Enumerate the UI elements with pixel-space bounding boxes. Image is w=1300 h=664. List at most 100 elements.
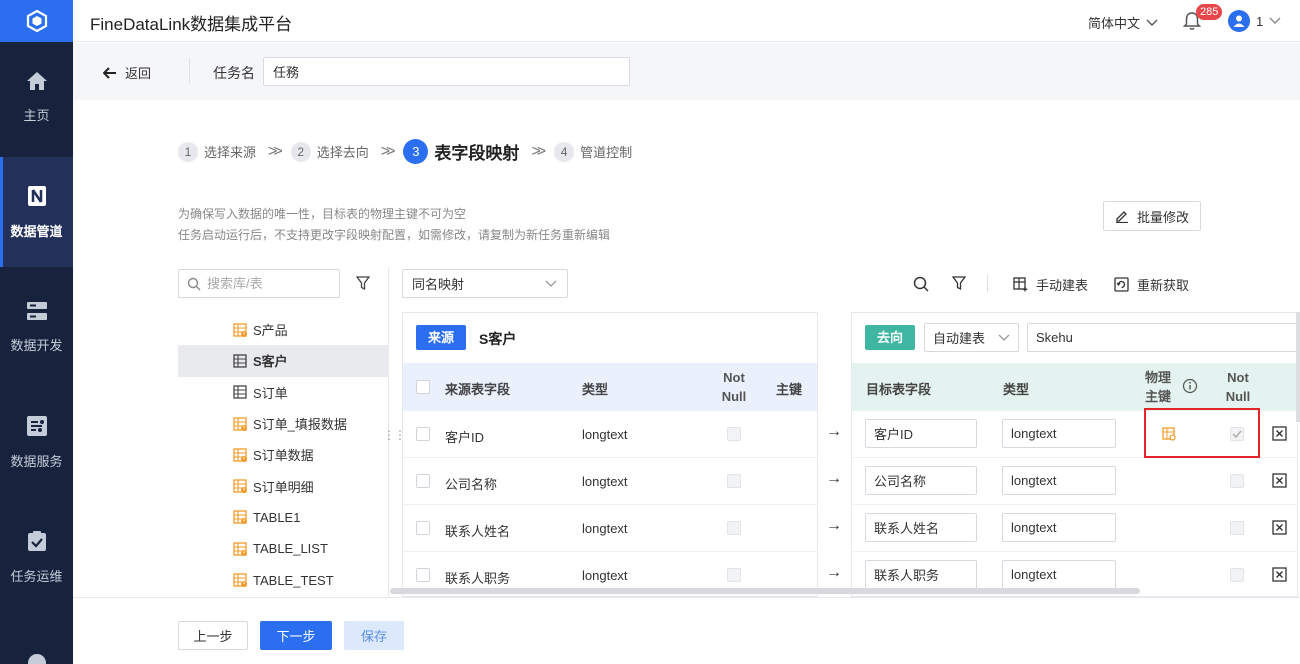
sidebar-item-ops[interactable]: 任务运维	[0, 502, 73, 612]
row-checkbox[interactable]	[416, 568, 430, 582]
search-icon	[187, 277, 201, 290]
table-name: TABLE_TEST	[253, 572, 334, 588]
footer-bar: 上一步 下一步 保存	[73, 597, 1300, 664]
step-1[interactable]: 1 选择来源	[178, 141, 257, 162]
target-table-input[interactable]	[1027, 323, 1297, 352]
mapping-mode-select[interactable]: 同名映射	[402, 269, 568, 298]
hint-text: 任务启动运行后，不支持更改字段映射配置，如需修改，请复制为新任务重新编辑	[178, 228, 611, 242]
table-warning-icon	[233, 416, 247, 431]
back-label: 返回	[125, 66, 152, 81]
table-name: S订单_填报数据	[253, 417, 347, 433]
column-header: 来源表字段	[445, 382, 511, 397]
target-type-input[interactable]	[1002, 513, 1116, 542]
table-search[interactable]	[178, 269, 340, 298]
pipeline-icon	[27, 185, 46, 206]
notnull-checkbox[interactable]	[1230, 568, 1244, 582]
row-checkbox[interactable]	[416, 521, 430, 535]
batch-edit-button[interactable]: 批量修改	[1103, 201, 1201, 231]
source-field: 联系人姓名	[445, 524, 511, 539]
horizontal-scrollbar[interactable]	[390, 588, 1140, 594]
table-add-icon	[1013, 277, 1028, 292]
column-header: 主键	[776, 382, 803, 397]
sidebar-item-develop[interactable]: 数据开发	[0, 272, 73, 382]
prev-button[interactable]: 上一步	[178, 621, 248, 650]
target-field-input[interactable]	[865, 466, 977, 495]
target-type-input[interactable]	[1002, 419, 1116, 448]
settings-icon[interactable]	[28, 654, 46, 664]
table-list: S产品 S客户 S订单 S订单_填报数据 S订单数据 S订单明细 TABLE1 TABLE_L…	[178, 314, 388, 596]
header-line: 主键	[1144, 389, 1171, 404]
step-2[interactable]: 2 选择去向	[290, 141, 369, 162]
develop-icon	[26, 301, 47, 320]
table-list-item[interactable]: S产品	[178, 314, 388, 345]
language-label: 简体中文	[1088, 16, 1141, 31]
target-type-input[interactable]	[1002, 466, 1116, 495]
source-type: longtext	[582, 474, 628, 489]
task-name-input[interactable]	[263, 57, 630, 86]
table-name: S订单明细	[253, 479, 314, 495]
target-field-input[interactable]	[865, 560, 977, 589]
create-mode-select[interactable]: 自动建表	[924, 323, 1019, 352]
table-warning-icon	[233, 322, 247, 337]
delete-icon[interactable]	[1272, 426, 1287, 441]
select-all-checkbox[interactable]	[416, 380, 430, 394]
sidebar-item-service[interactable]: 数据服务	[0, 387, 73, 497]
row-checkbox[interactable]	[416, 474, 430, 488]
delete-icon[interactable]	[1272, 567, 1287, 582]
next-button[interactable]: 下一步	[260, 621, 332, 650]
delete-icon[interactable]	[1272, 473, 1287, 488]
sidebar-item-home[interactable]: 主页	[0, 42, 73, 152]
vertical-scrollbar[interactable]	[1296, 312, 1300, 422]
manual-create-button[interactable]: 手动建表	[1013, 275, 1088, 294]
target-field-input[interactable]	[865, 419, 977, 448]
table-list-item[interactable]: S客户	[178, 345, 388, 377]
task-header: 返回 任务名	[73, 43, 1300, 100]
save-button[interactable]: 保存	[344, 621, 404, 650]
table-icon	[233, 385, 247, 399]
info-icon[interactable]	[1182, 378, 1198, 394]
step-label: 管道控制	[580, 145, 633, 160]
step-number: 2	[290, 141, 311, 162]
sidebar-item-label: 主页	[23, 107, 50, 123]
header-line: Null	[721, 389, 747, 404]
table-list-item[interactable]: TABLE_LIST	[178, 533, 388, 564]
step-label: 选择来源	[204, 145, 257, 160]
sidebar-item-pipeline[interactable]: 数据管道	[0, 157, 73, 267]
table-list-item[interactable]: TABLE1	[178, 502, 388, 533]
header-line: Null	[1225, 389, 1251, 404]
notnull-checkbox[interactable]	[1230, 474, 1244, 488]
filter-icon[interactable]	[356, 276, 370, 291]
table-name: S订单数据	[253, 448, 314, 464]
table-list-item[interactable]: S订单明细	[178, 470, 388, 501]
filter-icon[interactable]	[952, 276, 966, 291]
sidebar: 主页 数据管道 数据开发 数据服务 任务运维	[0, 0, 73, 664]
user-icon	[1233, 15, 1245, 27]
table-list-item[interactable]: S订单数据	[178, 439, 388, 470]
table-warning-icon	[233, 510, 247, 525]
edit-icon	[1115, 211, 1128, 223]
target-table-header: 目标表字段 类型 物理 主键 Not Null	[852, 363, 1297, 411]
target-tag: 去向	[865, 325, 916, 350]
app-logo[interactable]	[0, 0, 73, 42]
column-header: 类型	[1003, 382, 1030, 397]
step-4[interactable]: 4 管道控制	[554, 141, 633, 162]
back-button[interactable]: 返回	[103, 63, 151, 82]
language-selector[interactable]: 简体中文	[1088, 13, 1158, 32]
user-menu[interactable]: 1	[1228, 10, 1281, 32]
delete-icon[interactable]	[1272, 520, 1287, 535]
notnull-checkbox[interactable]	[1230, 521, 1244, 535]
batch-edit-label: 批量修改	[1136, 209, 1189, 225]
refetch-button[interactable]: 重新获取	[1114, 275, 1189, 294]
row-checkbox[interactable]	[416, 427, 430, 441]
search-icon[interactable]	[913, 276, 929, 292]
table-list-item[interactable]: S订单_填报数据	[178, 408, 388, 439]
target-type-input[interactable]	[1002, 560, 1116, 589]
table-list-item[interactable]: TABLE_TEST	[178, 564, 388, 595]
search-input[interactable]	[207, 276, 327, 291]
task-name-label: 任务名	[213, 65, 255, 81]
table-list-item[interactable]: S订单	[178, 377, 388, 408]
step-3[interactable]: 3 表字段映射	[403, 139, 519, 164]
target-field-input[interactable]	[865, 513, 977, 542]
service-icon	[26, 415, 47, 436]
step-indicator: 1 选择来源 >> 2 选择去向 >> 3 表字段映射 >> 4 管道控制	[178, 139, 632, 164]
